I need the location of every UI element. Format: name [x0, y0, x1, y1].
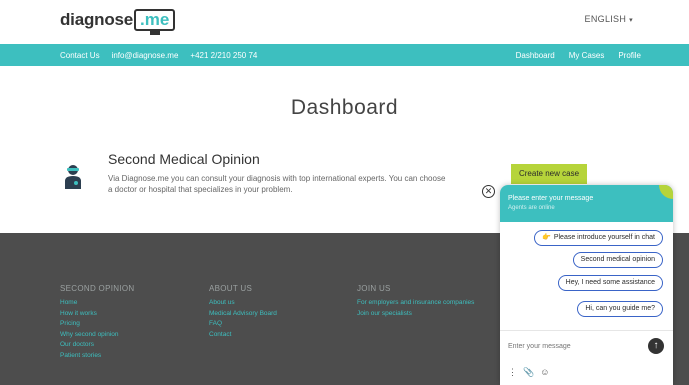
chat-close-icon[interactable]: ✕ [482, 185, 495, 198]
more-menu-icon[interactable]: ⋮ [508, 367, 517, 378]
logo[interactable]: diagnose .me [60, 7, 176, 35]
chat-widget: Please enter your message Agents are onl… [500, 185, 673, 385]
chat-message-input[interactable] [508, 340, 638, 352]
chat-header: Please enter your message Agents are onl… [500, 185, 673, 222]
footer-column-second-opinion: SECOND OPINION Home How it works Pricing… [60, 284, 134, 361]
nav-profile[interactable]: Profile [618, 51, 641, 60]
chat-option-label: Please introduce yourself in chat [553, 234, 655, 241]
create-new-case-button[interactable]: Create new case [511, 164, 587, 184]
footer-link-why-second-opinion[interactable]: Why second opinion [60, 330, 134, 341]
chat-subtitle: Agents are online [508, 205, 555, 211]
nav-my-cases[interactable]: My Cases [569, 51, 605, 60]
attach-icon[interactable]: 📎 [523, 367, 534, 378]
logo-screen-text: .me [140, 10, 170, 29]
page: diagnose .me ENGLISH ▾ Contact Us info@di… [0, 0, 689, 385]
footer-link-patient-stories[interactable]: Patient stories [60, 351, 134, 362]
chevron-down-icon: ▾ [629, 17, 633, 24]
nav-dashboard[interactable]: Dashboard [516, 51, 555, 60]
footer-heading: JOIN US [357, 284, 391, 293]
page-title: Dashboard [290, 96, 399, 119]
card-description: Via Diagnose.me you can consult your dia… [108, 174, 446, 194]
logo-text: diagnose [60, 10, 134, 29]
chat-toolbar: ⋮ 📎 ☺ [508, 366, 549, 378]
chat-body: 👉 Please introduce yourself in chat Secon… [500, 222, 673, 330]
footer-heading: ABOUT US [209, 284, 253, 293]
top-bar: diagnose .me ENGLISH ▾ [0, 0, 689, 44]
footer-link-about-us[interactable]: About us [209, 298, 277, 309]
logo-stand [149, 31, 160, 35]
nav-email[interactable]: info@diagnose.me [112, 51, 179, 60]
footer-link-join-specialists[interactable]: Join our specialists [357, 309, 474, 320]
contact-nav: Contact Us info@diagnose.me +421 2/210 2… [60, 44, 257, 66]
footer-link-how-it-works[interactable]: How it works [60, 309, 134, 320]
footer-link-employers[interactable]: For employers and insurance companies [357, 298, 474, 309]
chat-option-introduce[interactable]: 👉 Please introduce yourself in chat [534, 230, 663, 246]
nav-phone[interactable]: +421 2/210 250 74 [190, 51, 257, 60]
account-nav: Dashboard My Cases Profile [516, 44, 641, 66]
footer-link-contact[interactable]: Contact [209, 330, 277, 341]
nav-bar: Contact Us info@diagnose.me +421 2/210 2… [0, 44, 689, 66]
chat-divider [500, 330, 673, 331]
card-title: Second Medical Opinion [108, 151, 260, 167]
chat-option-assistance[interactable]: Hey, I need some assistance [557, 275, 663, 291]
chat-option-second-opinion[interactable]: Second medical opinion [572, 252, 663, 268]
doctor-icon [65, 165, 81, 189]
footer-link-faq[interactable]: FAQ [209, 319, 277, 330]
footer-column-join-us: JOIN US For employers and insurance comp… [357, 284, 474, 319]
footer-link-home[interactable]: Home [60, 298, 134, 309]
chat-option-guide[interactable]: Hi, can you guide me? [577, 301, 663, 317]
footer-link-medical-advisory-board[interactable]: Medical Advisory Board [209, 309, 277, 320]
emoji-icon[interactable]: ☺ [540, 367, 549, 377]
chat-title: Please enter your message [508, 195, 594, 202]
footer-link-our-doctors[interactable]: Our doctors [60, 340, 134, 351]
footer-heading: SECOND OPINION [60, 284, 135, 293]
nav-contact-us[interactable]: Contact Us [60, 51, 100, 60]
chat-corner-accent [659, 185, 673, 199]
footer-link-pricing[interactable]: Pricing [60, 319, 134, 330]
language-label: ENGLISH [584, 14, 627, 24]
send-arrow-icon[interactable]: ↑ [648, 338, 664, 354]
pointing-hand-icon: 👉 [542, 234, 551, 241]
logo-screen-icon: .me [134, 9, 176, 35]
language-selector[interactable]: ENGLISH ▾ [585, 14, 633, 24]
footer-column-about-us: ABOUT US About us Medical Advisory Board… [209, 284, 277, 340]
